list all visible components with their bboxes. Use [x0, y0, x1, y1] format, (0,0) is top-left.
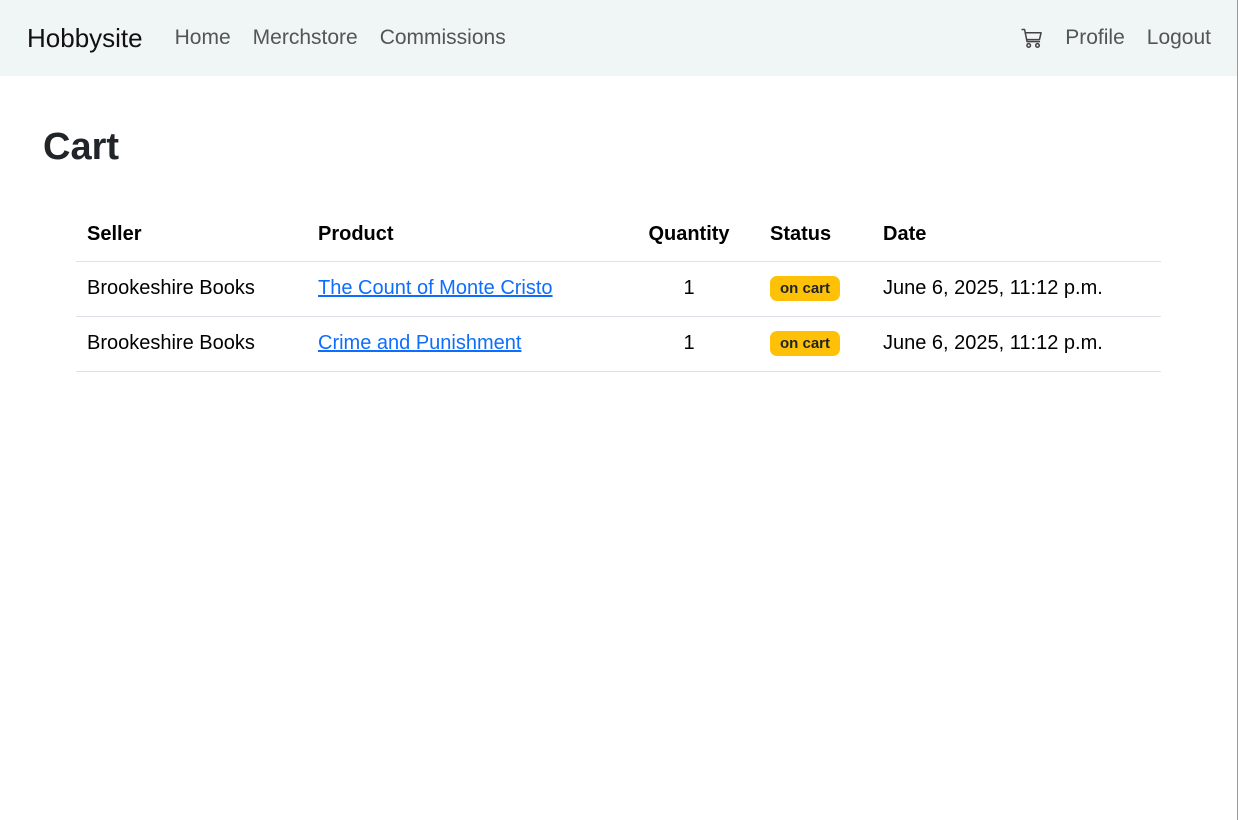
nav-link-merchstore[interactable]: Merchstore	[253, 26, 358, 50]
brand-link[interactable]: Hobbysite	[27, 23, 143, 54]
cell-quantity: 1	[619, 261, 759, 317]
navbar: Hobbysite Home Merchstore Commissions Pr…	[0, 0, 1237, 76]
product-link[interactable]: Crime and Punishment	[318, 332, 521, 354]
cell-seller: Brookeshire Books	[76, 316, 307, 372]
cell-date: June 6, 2025, 11:12 p.m.	[872, 261, 1161, 317]
header-product: Product	[307, 209, 619, 262]
cart-table-wrapper: Seller Product Quantity Status Date Broo…	[43, 209, 1194, 372]
cell-status: on cart	[759, 261, 872, 317]
main-content: Cart Seller Product Quantity Status Date…	[0, 76, 1237, 372]
table-row: Brookeshire Books Crime and Punishment 1…	[76, 316, 1161, 372]
table-header: Seller Product Quantity Status Date	[76, 209, 1161, 262]
header-status: Status	[759, 209, 872, 262]
cell-product: The Count of Monte Cristo	[307, 261, 619, 317]
nav-link-home[interactable]: Home	[175, 26, 231, 50]
cell-quantity: 1	[619, 316, 759, 372]
page: Hobbysite Home Merchstore Commissions Pr…	[0, 0, 1238, 820]
nav-right: Profile Logout	[1021, 26, 1211, 50]
page-title: Cart	[43, 126, 120, 168]
header-seller: Seller	[76, 209, 307, 262]
table-row: Brookeshire Books The Count of Monte Cri…	[76, 261, 1161, 317]
cart-icon	[1021, 28, 1043, 48]
product-link[interactable]: The Count of Monte Cristo	[318, 277, 553, 299]
cart-link[interactable]	[1021, 27, 1043, 49]
nav-link-profile[interactable]: Profile	[1065, 26, 1125, 50]
header-quantity: Quantity	[619, 209, 759, 262]
cell-product: Crime and Punishment	[307, 316, 619, 372]
cell-date: June 6, 2025, 11:12 p.m.	[872, 316, 1161, 372]
table-header-row: Seller Product Quantity Status Date	[76, 209, 1161, 262]
status-badge: on cart	[770, 331, 841, 356]
nav-link-commissions[interactable]: Commissions	[380, 26, 506, 50]
table-body: Brookeshire Books The Count of Monte Cri…	[76, 261, 1161, 372]
cell-status: on cart	[759, 316, 872, 372]
header-date: Date	[872, 209, 1161, 262]
nav-links: Home Merchstore Commissions	[175, 26, 506, 50]
status-badge: on cart	[770, 276, 841, 301]
cell-seller: Brookeshire Books	[76, 261, 307, 317]
nav-link-logout[interactable]: Logout	[1147, 26, 1211, 50]
cart-table: Seller Product Quantity Status Date Broo…	[76, 209, 1161, 372]
